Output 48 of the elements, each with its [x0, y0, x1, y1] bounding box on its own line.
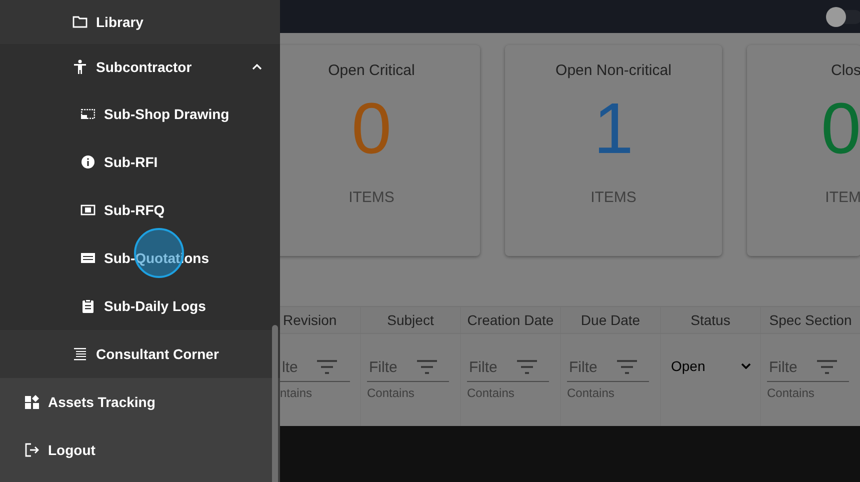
filter-operator: Contains	[367, 386, 414, 400]
folder-icon	[72, 14, 88, 30]
column-header[interactable]: Status	[660, 307, 760, 333]
filter-operator: Contains	[467, 386, 514, 400]
filter-icon[interactable]	[417, 360, 437, 374]
menu-item[interactable]: Sub-RFQ	[0, 186, 280, 234]
count-value: 1	[593, 93, 634, 165]
card-title: Open Non-critical	[556, 62, 672, 79]
menu-item[interactable]: Sub-Shop Drawing	[0, 90, 280, 138]
toggle-switch[interactable]	[826, 6, 860, 26]
person-icon	[72, 59, 88, 75]
menu-item[interactable]: Sub-Daily Logs	[0, 282, 280, 330]
column-header[interactable]: Revision	[280, 307, 360, 333]
column-header[interactable]: Due Date	[560, 307, 660, 333]
filter-operator: ntains	[280, 386, 312, 400]
filter-icon[interactable]	[317, 360, 337, 374]
column-header[interactable]: Spec Section	[760, 307, 860, 333]
count-value: 0	[351, 93, 392, 165]
filter-operator: Contains	[567, 386, 614, 400]
chevron-icon	[252, 64, 262, 70]
list-icon	[72, 346, 88, 362]
menu-item[interactable]: Assets Tracking	[0, 378, 280, 426]
filter-icon[interactable]	[817, 360, 837, 374]
scrollbar-thumb[interactable]	[272, 325, 278, 482]
clipboard-icon	[80, 298, 96, 314]
menu-item[interactable]: Sub-RFI	[0, 138, 280, 186]
document-icon	[80, 250, 96, 266]
filter-icon[interactable]	[517, 360, 537, 374]
menu-item[interactable]: Subcontractor	[0, 44, 280, 90]
square-frame-icon	[80, 202, 96, 218]
column-header[interactable]: Creation Date	[460, 307, 560, 333]
status-select[interactable]: Open	[671, 355, 751, 377]
menu-item[interactable]: Consultant Corner	[0, 330, 280, 378]
chevron-icon	[741, 363, 751, 369]
filter-operator: Contains	[767, 386, 814, 400]
count-value: 0	[820, 93, 860, 165]
filter-icon[interactable]	[617, 360, 637, 374]
widgets-icon	[24, 394, 40, 410]
image-frame-icon	[80, 106, 96, 122]
unit-label: ITEMS	[348, 189, 394, 206]
unit-label: ITEM	[825, 189, 860, 206]
menu-item[interactable]: Logout	[0, 426, 280, 474]
unit-label: ITEMS	[590, 189, 636, 206]
card-title: Open Critical	[328, 62, 415, 79]
column-header[interactable]: Subject	[360, 307, 460, 333]
info-icon	[80, 154, 96, 170]
menu-item[interactable]: Library	[0, 0, 280, 44]
logout-icon	[24, 442, 40, 458]
